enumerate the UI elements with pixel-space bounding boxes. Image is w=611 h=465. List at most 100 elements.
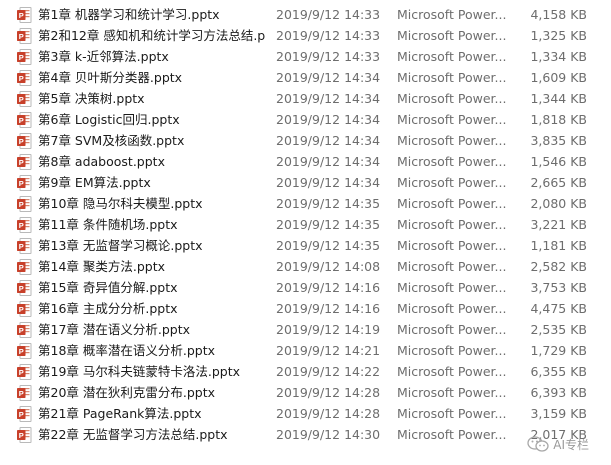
pptx-file-icon: P [17, 280, 32, 296]
file-date: 2019/9/12 14:34 [276, 91, 381, 106]
file-name[interactable]: 第7章 SVM及核函数.pptx [38, 130, 266, 151]
file-row[interactable]: P 第18章 概率潜在语义分析.pptx 2019/9/12 14:21 Micros… [0, 340, 611, 361]
file-size: 1,344 KB [530, 91, 587, 106]
file-type: Microsoft Power... [397, 49, 507, 64]
file-date: 2019/9/12 14:22 [276, 364, 381, 379]
file-row[interactable]: P 第11章 条件随机场.pptx 2019/9/12 14:35 Microsoft… [0, 214, 611, 235]
file-date: 2019/9/12 14:34 [276, 154, 381, 169]
file-name[interactable]: 第19章 马尔科夫链蒙特卡洛法.pptx [38, 361, 266, 382]
file-row[interactable]: P 第20章 潜在狄利克雷分布.pptx 2019/9/12 14:28 Micros… [0, 382, 611, 403]
file-row[interactable]: P 第7章 SVM及核函数.pptx 2019/9/12 14:34 Microsof… [0, 130, 611, 151]
file-row[interactable]: P 第22章 无监督学习方法总结.pptx 2019/9/12 14:30 Micro… [0, 424, 611, 445]
file-size: 3,835 KB [530, 133, 587, 148]
file-size: 2,080 KB [530, 196, 587, 211]
pptx-file-icon: P [17, 112, 32, 128]
file-size: 2,582 KB [530, 259, 587, 274]
pptx-file-icon: P [17, 175, 32, 191]
svg-text:P: P [19, 179, 24, 188]
file-type: Microsoft Power... [397, 133, 507, 148]
file-name[interactable]: 第16章 主成分分析.pptx [38, 298, 266, 319]
file-row[interactable]: P 第8章 adaboost.pptx 2019/9/12 14:34 Microso… [0, 151, 611, 172]
file-row[interactable]: P 第15章 奇异值分解.pptx 2019/9/12 14:16 Microsoft… [0, 277, 611, 298]
file-row[interactable]: P 第4章 贝叶斯分类器.pptx 2019/9/12 14:34 Microsoft… [0, 67, 611, 88]
file-name[interactable]: 第20章 潜在狄利克雷分布.pptx [38, 382, 266, 403]
file-date: 2019/9/12 14:16 [276, 280, 381, 295]
pptx-file-icon: P [17, 196, 32, 212]
file-name[interactable]: 第3章 k-近邻算法.pptx [38, 46, 266, 67]
file-row[interactable]: P 第3章 k-近邻算法.pptx 2019/9/12 14:33 Microsoft… [0, 46, 611, 67]
file-row[interactable]: P 第17章 潜在语义分析.pptx 2019/9/12 14:19 Microsof… [0, 319, 611, 340]
file-name[interactable]: 第14章 聚类方法.pptx [38, 256, 266, 277]
file-size: 6,393 KB [530, 385, 587, 400]
file-row[interactable]: P 第2和12章 感知机和统计学习方法总结.p... 2019/9/12 14:33… [0, 25, 611, 46]
file-row[interactable]: P 第19章 马尔科夫链蒙特卡洛法.pptx 2019/9/12 14:22 Micr… [0, 361, 611, 382]
pptx-file-icon: P [17, 70, 32, 86]
file-name[interactable]: 第5章 决策树.pptx [38, 88, 266, 109]
file-size: 1,546 KB [530, 154, 587, 169]
svg-text:P: P [19, 242, 24, 251]
file-name[interactable]: 第15章 奇异值分解.pptx [38, 277, 266, 298]
file-name[interactable]: 第1章 机器学习和统计学习.pptx [38, 4, 266, 25]
pptx-file-icon: P [17, 133, 32, 149]
file-name[interactable]: 第22章 无监督学习方法总结.pptx [38, 424, 266, 445]
file-name[interactable]: 第17章 潜在语义分析.pptx [38, 319, 266, 340]
wechat-icon [527, 436, 549, 452]
file-date: 2019/9/12 14:28 [276, 385, 381, 400]
file-date: 2019/9/12 14:19 [276, 322, 381, 337]
file-row[interactable]: P 第10章 隐马尔科夫模型.pptx 2019/9/12 14:35 Microso… [0, 193, 611, 214]
file-size: 6,355 KB [530, 364, 587, 379]
file-date: 2019/9/12 14:28 [276, 406, 381, 421]
svg-text:P: P [19, 410, 24, 419]
file-name[interactable]: 第18章 概率潜在语义分析.pptx [38, 340, 266, 361]
pptx-file-icon: P [17, 238, 32, 254]
file-row[interactable]: P 第1章 机器学习和统计学习.pptx 2019/9/12 14:33 Micros… [0, 4, 611, 25]
svg-text:P: P [19, 53, 24, 62]
svg-text:P: P [19, 137, 24, 146]
file-type: Microsoft Power... [397, 364, 507, 379]
file-type: Microsoft Power... [397, 175, 507, 190]
pptx-file-icon: P [17, 385, 32, 401]
svg-text:P: P [19, 284, 24, 293]
file-name[interactable]: 第11章 条件随机场.pptx [38, 214, 266, 235]
file-type: Microsoft Power... [397, 385, 507, 400]
file-row[interactable]: P 第14章 聚类方法.pptx 2019/9/12 14:08 Microsoft … [0, 256, 611, 277]
file-name[interactable]: 第21章 PageRank算法.pptx [38, 403, 266, 424]
file-row[interactable]: P 第9章 EM算法.pptx 2019/9/12 14:34 Microsoft P… [0, 172, 611, 193]
pptx-file-icon: P [17, 91, 32, 107]
pptx-file-icon: P [17, 343, 32, 359]
svg-text:P: P [19, 347, 24, 356]
file-type: Microsoft Power... [397, 343, 507, 358]
file-size: 1,325 KB [530, 28, 587, 43]
svg-text:P: P [19, 431, 24, 440]
file-size: 3,159 KB [530, 406, 587, 421]
file-row[interactable]: P 第5章 决策树.pptx 2019/9/12 14:34 Microsoft Po… [0, 88, 611, 109]
file-size: 2,665 KB [530, 175, 587, 190]
file-name[interactable]: 第8章 adaboost.pptx [38, 151, 266, 172]
pptx-file-icon: P [17, 217, 32, 233]
file-date: 2019/9/12 14:33 [276, 7, 381, 22]
file-size: 1,818 KB [530, 112, 587, 127]
file-list: P 第1章 机器学习和统计学习.pptx 2019/9/12 14:33 Micros… [0, 4, 611, 445]
file-row[interactable]: P 第6章 Logistic回归.pptx 2019/9/12 14:34 Micro… [0, 109, 611, 130]
file-type: Microsoft Power... [397, 70, 507, 85]
svg-text:P: P [19, 200, 24, 209]
file-name[interactable]: 第13章 无监督学习概论.pptx [38, 235, 266, 256]
file-type: Microsoft Power... [397, 154, 507, 169]
file-name[interactable]: 第2和12章 感知机和统计学习方法总结.p... [38, 25, 266, 46]
file-row[interactable]: P 第13章 无监督学习概论.pptx 2019/9/12 14:35 Microso… [0, 235, 611, 256]
file-name[interactable]: 第4章 贝叶斯分类器.pptx [38, 67, 266, 88]
file-size: 3,221 KB [530, 217, 587, 232]
pptx-file-icon: P [17, 49, 32, 65]
svg-text:P: P [19, 95, 24, 104]
file-name[interactable]: 第9章 EM算法.pptx [38, 172, 266, 193]
file-type: Microsoft Power... [397, 217, 507, 232]
file-row[interactable]: P 第21章 PageRank算法.pptx 2019/9/12 14:28 Micr… [0, 403, 611, 424]
file-row[interactable]: P 第16章 主成分分析.pptx 2019/9/12 14:16 Microsoft… [0, 298, 611, 319]
file-date: 2019/9/12 14:16 [276, 301, 381, 316]
pptx-file-icon: P [17, 7, 32, 23]
file-name[interactable]: 第10章 隐马尔科夫模型.pptx [38, 193, 266, 214]
file-name[interactable]: 第6章 Logistic回归.pptx [38, 109, 266, 130]
file-type: Microsoft Power... [397, 112, 507, 127]
svg-text:P: P [19, 326, 24, 335]
pptx-file-icon: P [17, 28, 32, 44]
